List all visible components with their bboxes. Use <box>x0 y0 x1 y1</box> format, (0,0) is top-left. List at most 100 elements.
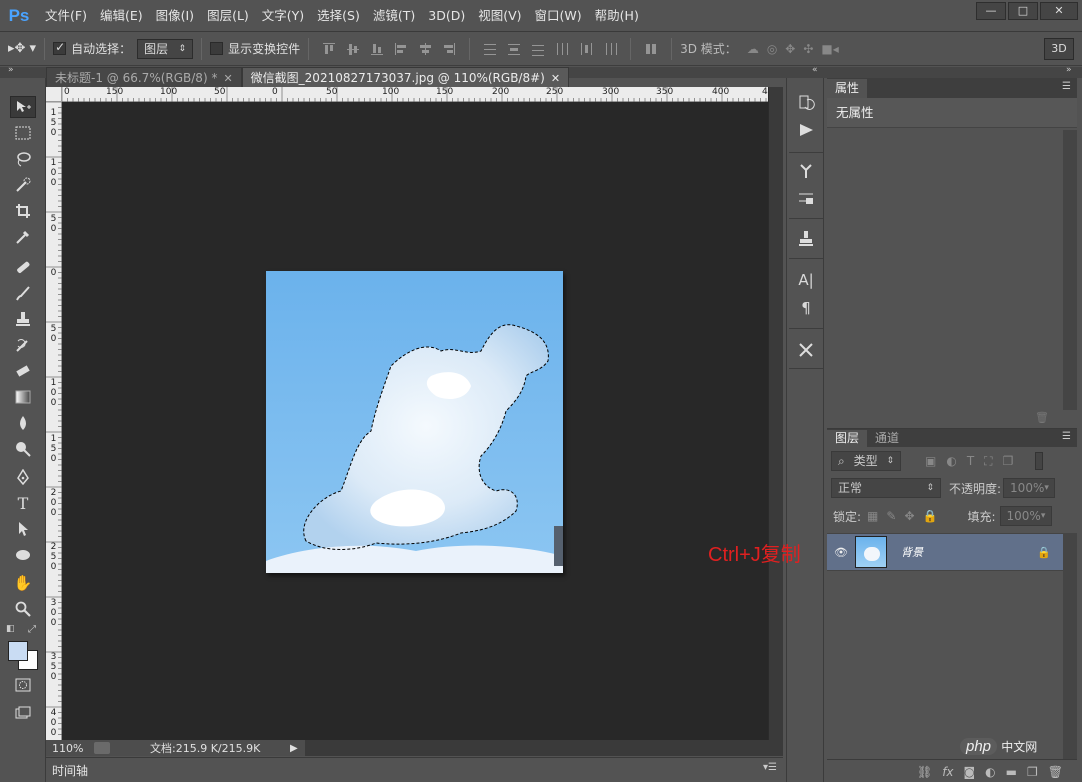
menu-item[interactable]: 窗口(W) <box>528 0 588 32</box>
menu-item[interactable]: 选择(S) <box>310 0 366 32</box>
tab-properties[interactable]: 属性 <box>827 79 868 98</box>
path-select-tool-icon[interactable] <box>10 518 36 540</box>
clone-source-icon[interactable] <box>795 228 817 248</box>
panel-menu-icon[interactable]: ▾☰ <box>763 762 777 773</box>
foreground-color-swatch[interactable] <box>8 641 28 661</box>
quick-mask-icon[interactable] <box>10 674 36 696</box>
eye-icon[interactable]: 👁 <box>827 546 855 559</box>
tab-untitled-1[interactable]: 未标题-1 @ 66.7%(RGB/8) * ✕ <box>46 67 242 87</box>
distribute-top-icon[interactable] <box>482 41 498 57</box>
default-colors-icon[interactable]: ◧ <box>6 624 15 634</box>
menu-item[interactable]: 文字(Y) <box>255 0 310 32</box>
layer-filter-dropdown[interactable]: ⌕ 类型 ⇕ <box>831 451 901 471</box>
align-vcenter-icon[interactable] <box>345 41 361 57</box>
trash-icon[interactable]: 🗑 <box>1035 411 1049 424</box>
actions-play-icon[interactable] <box>795 120 817 140</box>
blend-mode-dropdown[interactable]: 正常 ⇕ <box>831 478 941 498</box>
panel-menu-icon[interactable]: ☰ <box>1062 431 1071 442</box>
brush-panel-icon[interactable] <box>795 188 817 208</box>
link-layers-icon[interactable]: ⛓ <box>917 765 932 779</box>
character-panel-icon[interactable]: A| <box>795 270 817 290</box>
menu-item[interactable]: 图像(I) <box>149 0 200 32</box>
opacity-input[interactable]: 100% ▾ <box>1003 478 1056 498</box>
swap-colors-icon[interactable]: ⤢ <box>28 624 36 635</box>
layers-scrollbar[interactable] <box>1063 533 1077 759</box>
auto-select-dropdown[interactable]: 图层 ⇕ <box>137 38 194 59</box>
auto-align-icon[interactable] <box>643 41 659 57</box>
lasso-tool-icon[interactable] <box>10 148 36 170</box>
new-group-icon[interactable]: ▬ <box>1006 765 1017 779</box>
menu-item[interactable]: 图层(L) <box>200 0 255 32</box>
lock-pixels-icon[interactable]: ✎ <box>886 509 896 523</box>
filter-toggle[interactable] <box>1035 452 1044 470</box>
distribute-vcenter-icon[interactable] <box>506 41 522 57</box>
3d-roll-icon[interactable]: ◎ <box>767 42 777 56</box>
fill-input[interactable]: 100% ▾ <box>999 506 1052 526</box>
dodge-tool-icon[interactable] <box>10 438 36 460</box>
3d-rotate-icon[interactable]: ☁ <box>747 42 759 56</box>
collapse-mid-icon[interactable]: « <box>812 65 818 75</box>
menu-item[interactable]: 帮助(H) <box>588 0 645 32</box>
align-hcenter-icon[interactable] <box>417 41 433 57</box>
filter-smart-icon[interactable]: ❐ <box>1003 454 1014 468</box>
3d-scale-icon[interactable]: ■◂ <box>821 42 838 56</box>
panel-menu-icon[interactable]: ☰ <box>1062 81 1071 92</box>
close-window-button[interactable]: ✕ <box>1040 2 1078 20</box>
brush-tool-icon[interactable] <box>10 282 36 304</box>
minimize-button[interactable]: — <box>976 2 1006 20</box>
filter-adjust-icon[interactable]: ◐ <box>946 454 956 468</box>
3d-button[interactable]: 3D <box>1044 38 1074 60</box>
tab-wechat-screenshot[interactable]: 微信截图_20210827173037.jpg @ 110%(RGB/8#) ✕ <box>241 67 570 87</box>
layer-name[interactable]: 背景 <box>901 544 923 560</box>
healing-brush-tool-icon[interactable] <box>10 256 36 278</box>
timeline-label[interactable]: 时间轴 <box>52 762 88 779</box>
distribute-bottom-icon[interactable] <box>530 41 546 57</box>
marquee-tool-icon[interactable] <box>10 122 36 144</box>
tab-channels[interactable]: 通道 <box>867 430 907 447</box>
layer-row-background[interactable]: 👁 背景 🔒 <box>827 533 1063 571</box>
crop-tool-icon[interactable] <box>10 200 36 222</box>
trash-icon[interactable]: 🗑 <box>1048 765 1063 779</box>
paragraph-panel-icon[interactable]: ¶ <box>795 298 817 318</box>
adjustment-layer-icon[interactable]: ◐ <box>985 765 995 779</box>
distribute-hcenter-icon[interactable] <box>578 41 594 57</box>
distribute-right-icon[interactable] <box>602 41 618 57</box>
auto-select-checkbox[interactable] <box>53 40 67 55</box>
status-info-icon[interactable] <box>94 742 110 754</box>
history-brush-tool-icon[interactable] <box>10 334 36 356</box>
history-panel-icon[interactable] <box>795 92 817 112</box>
align-right-icon[interactable] <box>441 41 457 57</box>
show-transform-checkbox[interactable] <box>210 42 224 55</box>
fx-icon[interactable]: fx <box>942 765 953 779</box>
filter-shape-icon[interactable]: ⛶ <box>984 454 992 469</box>
document-image[interactable] <box>266 271 563 573</box>
quick-select-tool-icon[interactable] <box>10 174 36 196</box>
tab-layers[interactable]: 图层 <box>827 430 868 447</box>
align-bottom-icon[interactable] <box>369 41 385 57</box>
distribute-left-icon[interactable] <box>554 41 570 57</box>
zoom-level[interactable]: 110% <box>46 742 94 755</box>
clone-stamp-tool-icon[interactable] <box>10 308 36 330</box>
filter-type-icon[interactable]: T <box>967 454 974 468</box>
move-tool-icon[interactable]: ▸✥ ▾ <box>8 41 36 56</box>
add-mask-icon[interactable]: ◙ <box>964 765 976 779</box>
vertical-scrollbar[interactable] <box>768 87 783 740</box>
lock-transparent-icon[interactable]: ▦ <box>867 509 878 523</box>
pen-tool-icon[interactable] <box>10 466 36 488</box>
zoom-tool-icon[interactable] <box>10 598 36 620</box>
eraser-tool-icon[interactable] <box>10 360 36 382</box>
hand-tool-icon[interactable]: ✋ <box>10 572 36 594</box>
align-left-icon[interactable] <box>393 41 409 57</box>
3d-slide-icon[interactable]: ✣ <box>803 42 813 56</box>
menu-item[interactable]: 编辑(E) <box>93 0 149 32</box>
ruler-origin[interactable] <box>46 87 62 102</box>
status-menu-arrow-icon[interactable]: ▶ <box>290 743 298 754</box>
lock-all-icon[interactable]: 🔒 <box>923 509 938 523</box>
horizontal-scrollbar[interactable] <box>305 740 783 756</box>
new-layer-icon[interactable]: ❐ <box>1027 765 1038 779</box>
eyedropper-tool-icon[interactable] <box>10 226 36 248</box>
maximize-button[interactable]: □ <box>1008 2 1038 20</box>
screen-mode-icon[interactable] <box>10 702 36 724</box>
menu-item[interactable]: 文件(F) <box>38 0 93 32</box>
close-icon[interactable]: ✕ <box>223 72 232 85</box>
